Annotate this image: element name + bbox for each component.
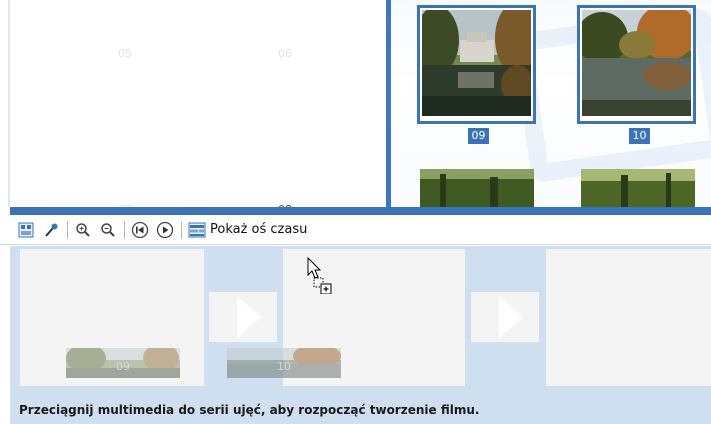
drag-ghost-label-09: 09 <box>116 360 130 373</box>
left-border <box>8 0 10 207</box>
toolbar-separator <box>124 220 125 239</box>
rewind-button[interactable] <box>129 219 151 241</box>
play-button[interactable] <box>154 219 176 241</box>
preview-area: 05 06 07 08 <box>0 0 386 216</box>
collection-thumb-12[interactable] <box>581 169 695 207</box>
drag-ghost-label-10: 10 <box>277 360 291 373</box>
ghost-label-05: 05 <box>118 47 132 60</box>
storyboard-slot-3[interactable] <box>546 249 711 386</box>
zoom-in-button[interactable] <box>72 219 94 241</box>
effects-button[interactable] <box>40 219 62 241</box>
movie-maker-window: 05 06 07 08 09 <box>0 0 711 424</box>
play-icon <box>156 221 174 238</box>
transition-arrow-icon <box>499 296 523 338</box>
ghost-label-06: 06 <box>278 47 292 60</box>
photo-palace-lake <box>422 10 531 116</box>
collection-label-09: 09 <box>468 128 489 144</box>
splitter-gap <box>0 207 10 215</box>
zoom-out-button[interactable] <box>97 219 119 241</box>
show-timeline-label: Pokaż oś czasu <box>210 222 308 237</box>
storyboard-toolbar: Pokaż oś czasu <box>0 215 711 245</box>
pane-splitter[interactable] <box>0 207 711 215</box>
rewind-icon <box>131 221 149 238</box>
toolbar-separator <box>181 220 182 239</box>
status-hint: Przeciągnij multimedia do serii ujęć, ab… <box>10 396 711 424</box>
transition-slot-1[interactable] <box>209 292 277 342</box>
toolbar-separator <box>67 220 68 239</box>
effects-wand-icon <box>45 223 58 237</box>
storyboard-view-icon <box>18 222 34 237</box>
storyboard[interactable]: 09 10 <box>10 246 711 396</box>
timeline-icon <box>188 222 206 237</box>
left-gap <box>0 246 10 424</box>
collection-pane[interactable]: 09 10 <box>386 0 711 207</box>
show-timeline-button[interactable]: Pokaż oś czasu <box>188 219 307 241</box>
zoom-in-icon <box>76 222 90 237</box>
collection-thumb-09[interactable] <box>417 5 536 124</box>
collection-label-10: 10 <box>629 128 650 144</box>
drag-copy-cursor-icon <box>307 256 332 294</box>
transition-arrow-icon <box>237 296 261 338</box>
zoom-out-icon <box>101 222 115 237</box>
transition-slot-2[interactable] <box>471 292 539 342</box>
photo-autumn-pond <box>582 10 691 116</box>
collection-thumb-10[interactable] <box>577 5 696 124</box>
storyboard-view-button[interactable] <box>15 219 37 241</box>
collection-thumb-11[interactable] <box>420 169 534 207</box>
